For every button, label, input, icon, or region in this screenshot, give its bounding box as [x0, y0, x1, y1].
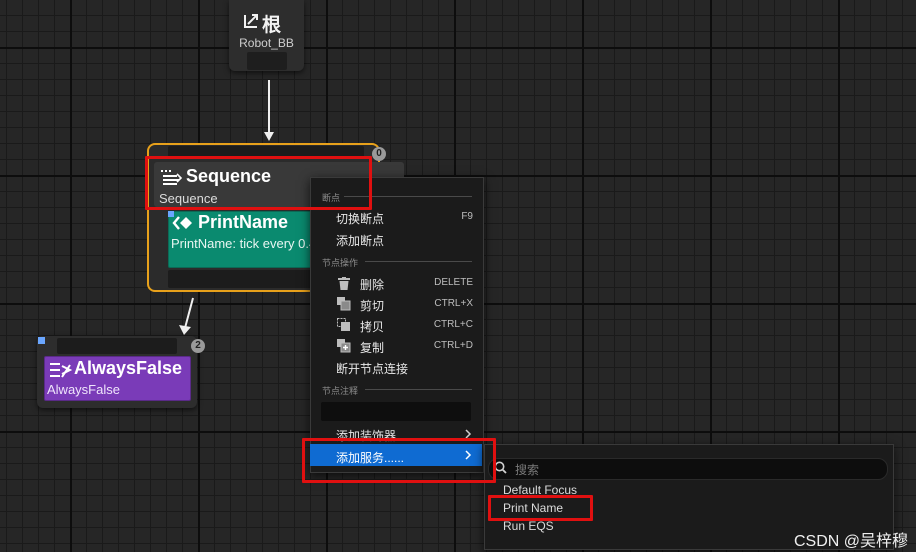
shortcut-duplicate: CTRL+D: [433, 340, 473, 351]
connection-wire: [268, 80, 270, 133]
section-header-node-actions: 节点操作: [322, 258, 359, 268]
node-comment-input[interactable]: [321, 402, 471, 421]
section-divider: [365, 389, 472, 390]
annotation-box-print-name: [488, 495, 593, 521]
always-false-input-pin[interactable]: [57, 338, 177, 354]
root-icon: [244, 14, 258, 28]
root-output-pin[interactable]: [247, 52, 287, 70]
section-header-node-comment: 节点注释: [322, 386, 359, 396]
print-name-title: PrintName: [198, 212, 289, 232]
print-name-subtitle: PrintName: tick every 0.4: [171, 236, 317, 251]
shortcut-toggle-breakpoint: F9: [461, 211, 473, 222]
section-divider: [365, 261, 472, 262]
copy-icon: [337, 318, 350, 331]
service-item-run-eqs[interactable]: Run EQS: [503, 519, 554, 533]
service-icon: [172, 216, 192, 230]
root-node-subtitle: Robot_BB: [239, 36, 294, 50]
decorator-icon: [50, 363, 73, 378]
trash-icon: [338, 277, 350, 290]
annotation-box-sequence: [145, 156, 372, 210]
annotation-box-add-service: [302, 438, 496, 483]
decorator-marker-icon: [38, 337, 45, 344]
menu-item-toggle-breakpoint[interactable]: 切换断点: [336, 210, 384, 227]
connection-wire-2: [179, 297, 194, 335]
menu-item-cut[interactable]: 剪切: [360, 297, 384, 314]
cut-icon: [337, 297, 351, 311]
always-false-subtitle: AlwaysFalse: [47, 382, 120, 397]
menu-item-delete[interactable]: 删除: [360, 276, 384, 293]
shortcut-delete: DELETE: [434, 277, 473, 288]
sequence-execution-index-badge: 0: [372, 147, 386, 161]
shortcut-copy: CTRL+C: [433, 319, 473, 330]
menu-item-duplicate[interactable]: 复制: [360, 339, 384, 356]
search-placeholder: 搜索: [515, 463, 540, 477]
menu-item-add-breakpoint[interactable]: 添加断点: [336, 232, 384, 249]
menu-item-break-links[interactable]: 断开节点连接: [336, 360, 408, 377]
connection-arrowhead: [264, 132, 274, 141]
always-false-execution-index-badge: 2: [191, 339, 205, 353]
root-node-title: 根: [262, 15, 282, 36]
shortcut-cut: CTRL+X: [434, 298, 473, 309]
search-input[interactable]: [488, 458, 888, 480]
menu-item-copy[interactable]: 拷贝: [360, 318, 384, 335]
always-false-title: AlwaysFalse: [74, 358, 183, 378]
watermark: CSDN @吴梓穆: [794, 533, 909, 550]
duplicate-icon: [337, 339, 351, 353]
